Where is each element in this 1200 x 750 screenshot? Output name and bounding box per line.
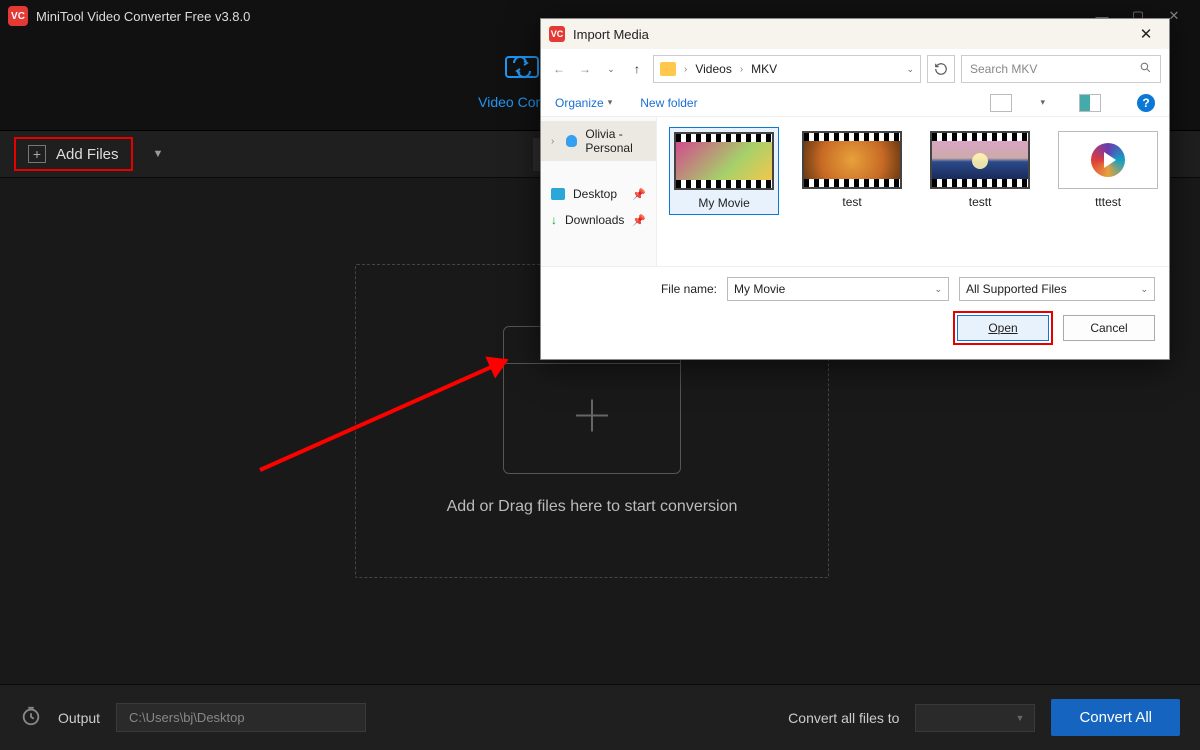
file-item-testt[interactable]: testt — [925, 127, 1035, 213]
play-icon — [1091, 143, 1125, 177]
preview-pane-button[interactable] — [1079, 94, 1101, 112]
output-path-value: C:\Users\bj\Desktop — [129, 710, 245, 725]
help-button[interactable]: ? — [1137, 94, 1155, 112]
chevron-down-icon: ⌄ — [1140, 284, 1148, 295]
view-mode-dropdown[interactable]: ▾ — [1040, 97, 1045, 108]
video-thumbnail-icon — [674, 132, 774, 190]
output-label: Output — [58, 710, 100, 726]
sidebar-item-desktop[interactable]: Desktop 📌 — [541, 181, 656, 207]
chevron-right-icon: › — [551, 136, 558, 147]
convert-icon — [504, 53, 540, 84]
add-files-label: Add Files — [56, 146, 119, 163]
folder-icon — [660, 62, 676, 76]
video-file-icon — [1058, 131, 1158, 189]
open-button-highlight: Open — [953, 311, 1053, 345]
cancel-button[interactable]: Cancel — [1063, 315, 1155, 341]
path-box[interactable]: › Videos › MKV ⌄ — [653, 55, 921, 83]
sidebar-label: Downloads — [565, 213, 624, 227]
plus-large-icon — [568, 391, 616, 444]
nav-back-button[interactable]: ← — [549, 62, 569, 76]
drop-zone-text: Add or Drag files here to start conversi… — [447, 498, 738, 516]
file-open-dialog: VC Import Media ✕ ← → ⌄ ↑ › Videos › MKV… — [540, 18, 1170, 360]
plus-icon: + — [28, 145, 46, 163]
chevron-down-icon: ▾ — [608, 97, 613, 108]
pin-icon: 📌 — [632, 214, 646, 227]
nav-up-button[interactable]: ↑ — [627, 62, 647, 76]
desktop-icon — [551, 188, 565, 200]
nav-forward-button[interactable]: → — [575, 62, 595, 76]
cloud-icon — [566, 135, 577, 147]
convert-all-button[interactable]: Convert All — [1051, 699, 1180, 736]
sidebar-item-downloads[interactable]: ↓ Downloads 📌 — [541, 207, 656, 233]
new-folder-button[interactable]: New folder — [640, 96, 697, 110]
nav-history-dropdown[interactable]: ⌄ — [601, 64, 621, 75]
filetype-value: All Supported Files — [966, 282, 1067, 296]
refresh-button[interactable] — [927, 55, 955, 83]
cancel-label: Cancel — [1090, 321, 1127, 335]
video-thumbnail-icon — [930, 131, 1030, 189]
path-segment-mkv[interactable]: MKV — [751, 62, 777, 76]
add-files-button[interactable]: + Add Files — [14, 137, 133, 171]
search-placeholder: Search MKV — [970, 62, 1037, 76]
convert-all-label: Convert all files to — [788, 710, 899, 726]
path-dropdown[interactable]: ⌄ — [906, 64, 914, 75]
pin-icon: 📌 — [632, 188, 646, 201]
filename-value: My Movie — [734, 282, 785, 296]
bottom-bar: Output C:\Users\bj\Desktop Convert all f… — [0, 684, 1200, 750]
app-logo-icon: VC — [8, 6, 28, 26]
download-arrow-icon: ↓ — [551, 213, 557, 227]
app-title: MiniTool Video Converter Free v3.8.0 — [36, 9, 250, 24]
dialog-body: › Olivia - Personal Desktop 📌 ↓ Download… — [541, 117, 1169, 266]
dialog-close-button[interactable]: ✕ — [1131, 25, 1161, 43]
open-button[interactable]: Open — [957, 315, 1049, 341]
search-input[interactable]: Search MKV — [961, 55, 1161, 83]
sidebar-label: Olivia - Personal — [585, 127, 646, 155]
organize-menu[interactable]: Organize ▾ — [555, 96, 612, 110]
file-name: testt — [969, 195, 992, 209]
chevron-right-icon: › — [738, 64, 745, 75]
dialog-toolbar: Organize ▾ New folder ▾ ? — [541, 89, 1169, 117]
chevron-down-icon: ⌄ — [934, 284, 942, 295]
file-name: test — [842, 195, 861, 209]
file-item-test[interactable]: test — [797, 127, 907, 213]
dialog-logo-icon: VC — [549, 26, 565, 42]
organize-label: Organize — [555, 96, 604, 110]
view-mode-button[interactable] — [990, 94, 1012, 112]
file-name: tttest — [1095, 195, 1121, 209]
add-files-dropdown[interactable]: ▼ — [147, 142, 170, 166]
dialog-title: Import Media — [573, 27, 649, 42]
file-item-my-movie[interactable]: My Movie — [669, 127, 779, 215]
format-select[interactable]: ▼ — [915, 704, 1035, 732]
open-label: Open — [988, 321, 1017, 335]
filename-label: File name: — [661, 282, 717, 296]
convert-all-btn-label: Convert All — [1079, 709, 1152, 726]
search-icon — [1139, 61, 1152, 77]
path-segment-videos[interactable]: Videos — [695, 62, 731, 76]
sidebar-item-personal[interactable]: › Olivia - Personal — [541, 121, 656, 161]
dialog-nav: ← → ⌄ ↑ › Videos › MKV ⌄ Search MKV — [541, 49, 1169, 89]
video-thumbnail-icon — [802, 131, 902, 189]
dialog-sidebar: › Olivia - Personal Desktop 📌 ↓ Download… — [541, 117, 657, 266]
schedule-icon[interactable] — [20, 705, 42, 730]
filetype-select[interactable]: All Supported Files ⌄ — [959, 277, 1155, 301]
dialog-footer: File name: My Movie ⌄ All Supported File… — [541, 266, 1169, 359]
chevron-right-icon: › — [682, 64, 689, 75]
file-item-tttest[interactable]: tttest — [1053, 127, 1163, 213]
output-path-field[interactable]: C:\Users\bj\Desktop — [116, 703, 366, 732]
dialog-titlebar: VC Import Media ✕ — [541, 19, 1169, 49]
filename-input[interactable]: My Movie ⌄ — [727, 277, 949, 301]
files-area: My Movie test testt tttest — [657, 117, 1169, 266]
file-name: My Movie — [698, 196, 749, 210]
sidebar-label: Desktop — [573, 187, 617, 201]
